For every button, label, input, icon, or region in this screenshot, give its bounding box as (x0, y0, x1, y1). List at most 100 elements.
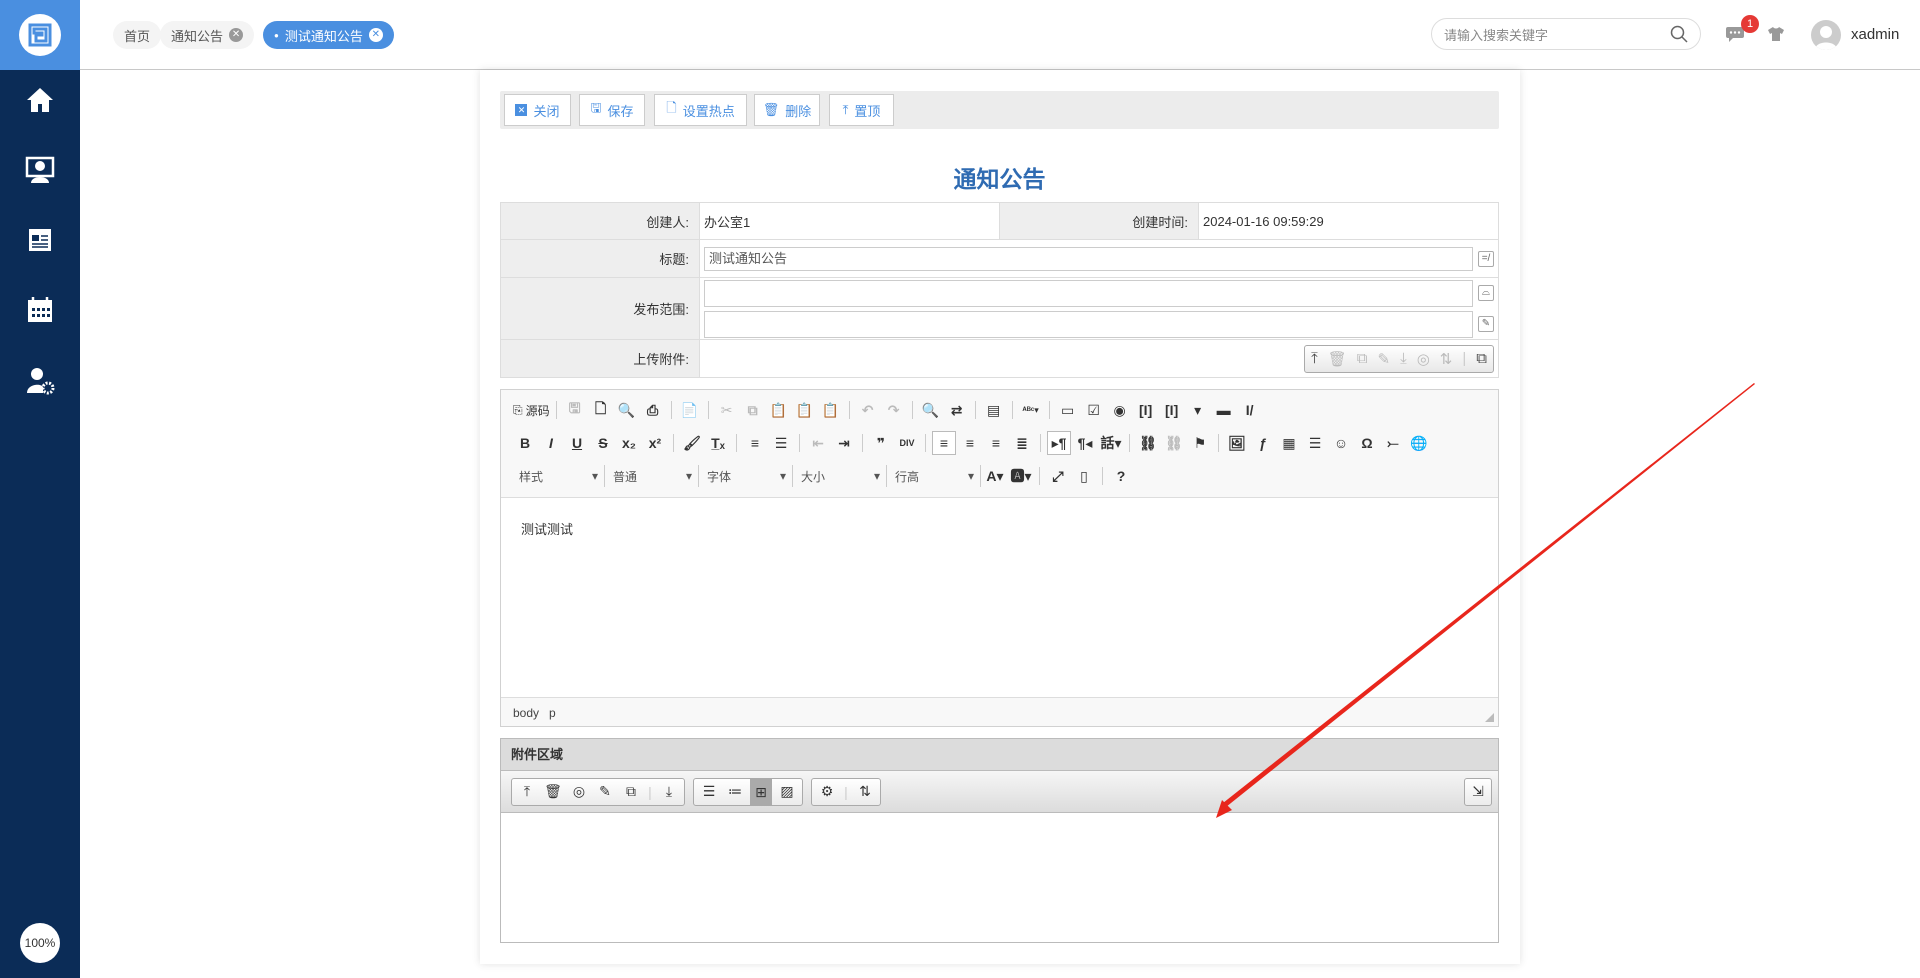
replace-icon[interactable]: ⇄ (945, 398, 969, 422)
numbered-view-icon[interactable]: ≔ (724, 783, 746, 800)
image-icon[interactable]: 🖼 (1225, 431, 1249, 455)
removeformat-icon[interactable]: T̲ₓ (706, 431, 730, 455)
newpage-icon[interactable]: 🗋 (589, 398, 613, 422)
cut-icon[interactable]: ✂ (715, 398, 739, 422)
bulletedlist-icon[interactable]: ☰ (769, 431, 793, 455)
edit-icon[interactable]: ✎ (1377, 350, 1390, 368)
scope-input-2[interactable] (704, 310, 1473, 338)
form-icon[interactable]: ▭ (1056, 398, 1080, 422)
upload-icon[interactable]: ⤒ (1311, 350, 1318, 367)
italic-icon[interactable]: I (539, 431, 563, 455)
selectall-icon[interactable]: ▤ (982, 398, 1006, 422)
editor-content[interactable]: 测试测试 (501, 497, 1498, 698)
rtl-icon[interactable]: ¶◂ (1073, 431, 1097, 455)
download-icon[interactable]: ⤓ (1400, 350, 1407, 367)
paste-icon[interactable]: 📋 (767, 398, 791, 422)
button-icon[interactable]: ▬ (1212, 398, 1236, 422)
superscript-icon[interactable]: x² (643, 431, 667, 455)
textarea-icon[interactable]: [I] (1160, 398, 1184, 422)
sidebar-item-user-settings[interactable] (0, 364, 80, 398)
replace-icon[interactable]: ⧉ (1357, 350, 1368, 367)
language-icon[interactable]: 話▾ (1099, 431, 1123, 455)
anchor-icon[interactable]: ⚑ (1188, 431, 1212, 455)
hiddenfield-icon[interactable]: I/ (1238, 398, 1262, 422)
iframe-icon[interactable]: 🌐 (1407, 431, 1431, 455)
zoom-level[interactable]: 100% (20, 923, 60, 963)
trash-icon[interactable]: 🗑 (542, 783, 564, 800)
path-body[interactable]: body (513, 706, 539, 720)
list-view-icon[interactable]: ☰ (698, 783, 720, 800)
showblocks-icon[interactable]: ▯ (1072, 464, 1096, 488)
source-icon[interactable]: ⎘ 源码 (513, 398, 550, 422)
format-dropdown-4[interactable]: 行高 ▾ (889, 465, 981, 487)
tab-notices[interactable]: 通知公告 ✕ (160, 21, 255, 49)
textcolor-icon[interactable]: A▾ (983, 464, 1007, 488)
format-dropdown-2[interactable]: 字体 ▾ (701, 465, 793, 487)
replace-icon[interactable]: ⧉ (620, 783, 642, 800)
open-external-icon[interactable]: ⧉ (1476, 350, 1487, 367)
copy-icon[interactable]: ⧉ (741, 398, 765, 422)
collapse-icon[interactable]: ⇲ (1467, 783, 1489, 800)
alignright-icon[interactable]: ≡ (984, 431, 1008, 455)
find-icon[interactable]: 🔍 (919, 398, 943, 422)
theme-shirt-icon[interactable] (1767, 26, 1785, 42)
editor-paragraph[interactable]: 测试测试 (521, 519, 1478, 538)
username[interactable]: xadmin (1851, 26, 1899, 43)
resize-handle[interactable] (1485, 713, 1494, 722)
checkbox-icon[interactable]: ☑ (1082, 398, 1106, 422)
preview-icon[interactable]: ◎ (1417, 350, 1430, 368)
hr-icon[interactable]: ☰ (1303, 431, 1327, 455)
logo[interactable] (0, 0, 80, 70)
radio-icon[interactable]: ◉ (1108, 398, 1132, 422)
image-view-icon[interactable]: ▨ (776, 783, 798, 800)
close-button[interactable]: ✕ 关闭 (504, 94, 571, 126)
edit-field-icon[interactable]: =/ (1478, 250, 1494, 267)
unlink-icon[interactable]: ⛓ (1162, 431, 1186, 455)
subscript-icon[interactable]: x₂ (617, 431, 641, 455)
delete-button[interactable]: 🗑 删除 (754, 94, 820, 126)
preview-icon[interactable]: 🔍 (615, 398, 639, 422)
sidebar-item-news[interactable] (0, 223, 80, 257)
search-icon[interactable] (1670, 25, 1688, 43)
maximize-icon[interactable]: ⤢ (1046, 464, 1070, 488)
set-hotspot-button[interactable]: 🗋 设置热点 (654, 94, 747, 126)
download-icon[interactable]: ⤓ (658, 783, 680, 800)
indent-icon[interactable]: ⇥ (832, 431, 856, 455)
preview-icon[interactable]: ◎ (568, 783, 590, 800)
templates-icon[interactable]: 📄 (678, 398, 702, 422)
pagebreak-icon[interactable]: ⤚ (1381, 431, 1405, 455)
justify-icon[interactable]: ≣ (1010, 431, 1034, 455)
scope-input[interactable] (704, 279, 1473, 307)
table-icon[interactable]: ▦ (1277, 431, 1301, 455)
close-icon[interactable]: ✕ (368, 28, 383, 42)
select-icon[interactable]: ▾ (1186, 398, 1210, 422)
save-button[interactable]: 🖫 保存 (579, 94, 645, 126)
outdent-icon[interactable]: ⇤ (806, 431, 830, 455)
subject-input[interactable]: 测试通知公告 (704, 246, 1473, 271)
pastetext-icon[interactable]: 📋 (793, 398, 817, 422)
pasteword-icon[interactable]: 📋 (819, 398, 843, 422)
specialchar-icon[interactable]: Ω (1355, 431, 1379, 455)
grid-view-icon[interactable]: ⊞ (750, 778, 772, 805)
about-icon[interactable]: ? (1109, 464, 1133, 488)
sidebar-item-home[interactable] (0, 83, 80, 117)
blockquote-icon[interactable]: ❞ (869, 431, 893, 455)
print-icon[interactable]: ⎙ (641, 398, 665, 422)
tab-home[interactable]: 首页 (113, 21, 162, 49)
textfield-icon[interactable]: [I] (1134, 398, 1158, 422)
tab-test-notice[interactable]: ● 测试通知公告 ✕ (263, 21, 394, 49)
trash-icon[interactable]: 🗑 (1328, 350, 1347, 368)
aligncenter-icon[interactable]: ≡ (958, 431, 982, 455)
spellcheck-icon[interactable]: ᴬᴮᶜ▾ (1019, 398, 1043, 422)
avatar[interactable] (1811, 20, 1841, 50)
undo-icon[interactable]: ↶ (856, 398, 880, 422)
flash-icon[interactable]: ƒ (1251, 431, 1275, 455)
bold-icon[interactable]: B (513, 431, 537, 455)
edit-icon[interactable]: ✎ (594, 783, 616, 800)
sidebar-item-desktop[interactable] (0, 153, 80, 187)
ltr-icon[interactable]: ▸¶ (1047, 431, 1071, 455)
smiley-icon[interactable]: ☺ (1329, 431, 1353, 455)
pin-top-button[interactable]: ⤒ 置顶 (829, 94, 894, 126)
search-input[interactable]: 请输入搜索关键字 (1431, 18, 1701, 50)
redo-icon[interactable]: ↷ (882, 398, 906, 422)
